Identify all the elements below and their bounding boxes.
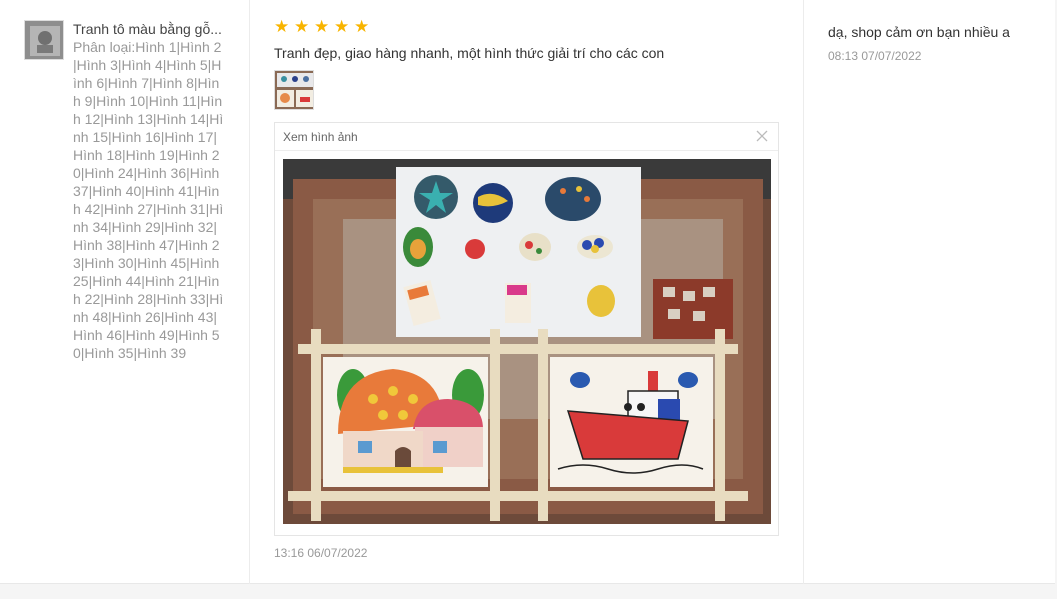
image-viewer-header: Xem hình ảnh [275,123,778,151]
shop-reply-timestamp: 08:13 07/07/2022 [828,49,922,63]
review-text: Tranh đẹp, giao hàng nhanh, một hình thứ… [274,45,665,61]
star-icon: ★ [274,17,290,36]
star-icon: ★ [354,17,370,36]
shop-reply-text: dạ, shop cảm ơn bạn nhiều a [828,24,1010,40]
close-icon[interactable] [754,128,770,144]
product-name[interactable]: Tranh tô màu bằng gỗ... [73,20,231,38]
review-card: Tranh tô màu bằng gỗ... Phân loại:Hình 1… [0,0,1055,584]
product-variant: Phân loại:Hình 1|Hình 2|Hình 3|Hình 4|Hì… [73,39,224,361]
image-viewer-title: Xem hình ảnh [283,130,358,144]
review-image-thumbnail[interactable] [274,70,314,110]
reply-column [804,0,1055,584]
star-icon: ★ [314,17,330,36]
review-timestamp: 13:16 06/07/2022 [274,546,368,560]
star-icon: ★ [334,17,350,36]
rating-stars: ★ ★ ★ ★ ★ [274,17,370,37]
star-icon: ★ [294,17,310,36]
image-viewer: Xem hình ảnh [274,122,779,536]
product-thumbnail[interactable] [24,20,64,60]
review-photo [283,159,771,524]
